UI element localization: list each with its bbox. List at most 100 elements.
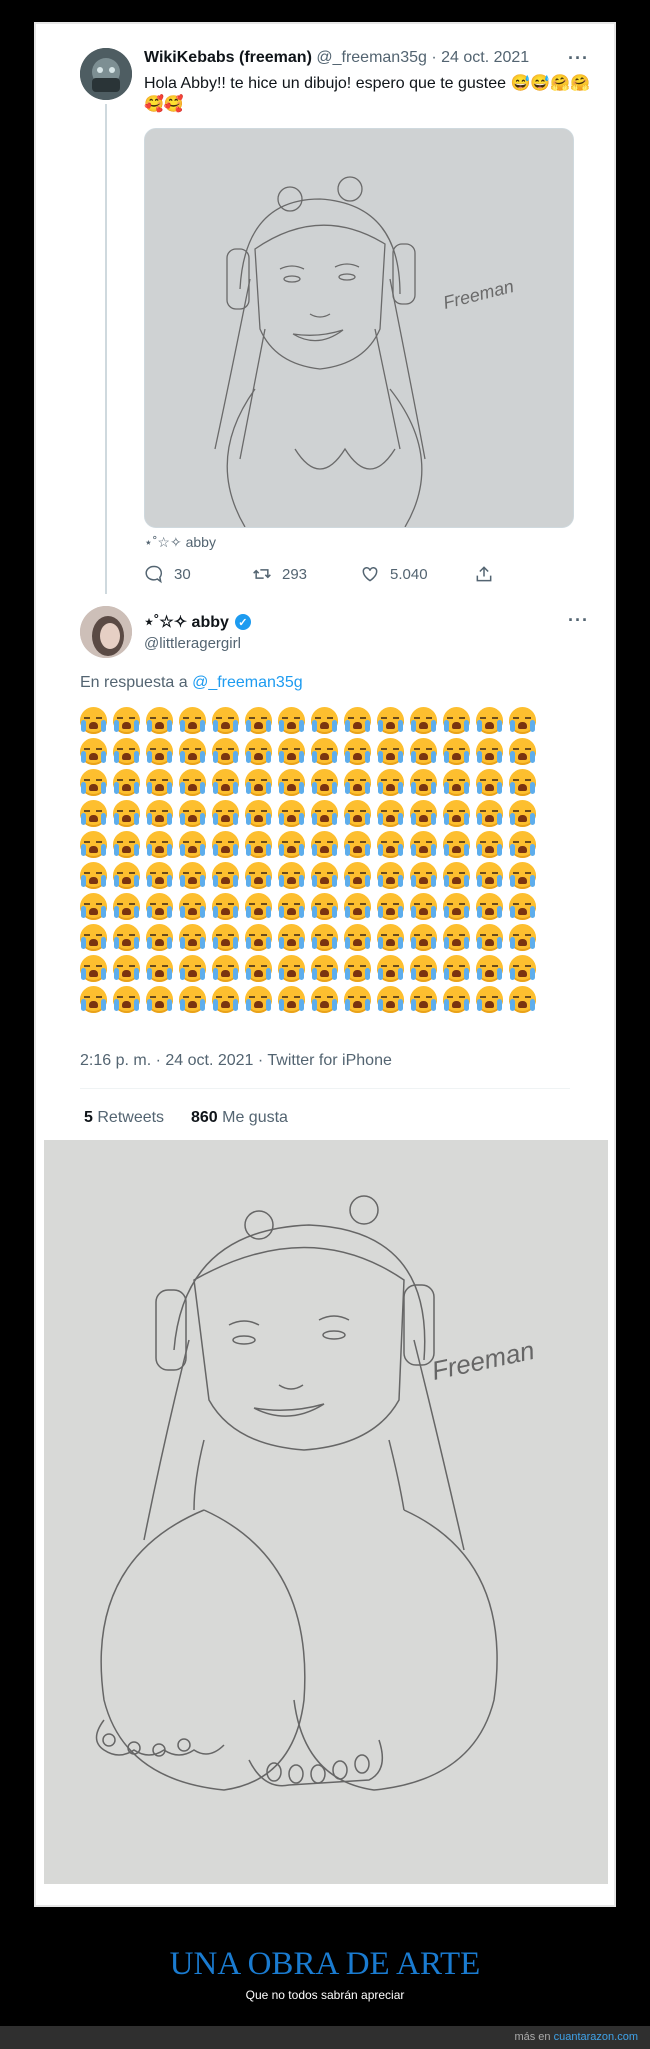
loudly-crying-face-icon	[212, 862, 239, 889]
loudly-crying-face-icon	[410, 986, 437, 1013]
loudly-crying-face-icon	[377, 738, 404, 765]
tweet1-drawing-image[interactable]: Freeman	[144, 128, 574, 528]
loudly-crying-face-icon	[509, 893, 536, 920]
loudly-crying-face-icon	[146, 738, 173, 765]
loudly-crying-face-icon	[113, 800, 140, 827]
loudly-crying-face-icon	[245, 893, 272, 920]
loudly-crying-face-icon	[377, 707, 404, 734]
loudly-crying-face-icon	[245, 862, 272, 889]
loudly-crying-face-icon	[344, 738, 371, 765]
loudly-crying-face-icon	[476, 955, 503, 982]
loudly-crying-face-icon	[179, 831, 206, 858]
more-icon[interactable]: ···	[568, 48, 589, 69]
loudly-crying-face-icon	[245, 924, 272, 951]
loudly-crying-face-icon	[179, 955, 206, 982]
loudly-crying-face-icon	[410, 738, 437, 765]
tweet1-date[interactable]: 24 oct. 2021	[441, 49, 529, 66]
tweet1-display-name[interactable]: WikiKebabs (freeman)	[144, 49, 312, 66]
loudly-crying-face-icon	[113, 986, 140, 1013]
loudly-crying-face-icon	[509, 769, 536, 796]
loudly-crying-face-icon	[278, 893, 305, 920]
loudly-crying-face-icon	[377, 862, 404, 889]
loudly-crying-face-icon	[245, 738, 272, 765]
loudly-crying-face-icon	[410, 955, 437, 982]
tweet1-actions: 30 293 5.040	[144, 564, 564, 594]
loudly-crying-face-icon	[509, 986, 536, 1013]
tweet2-display-name[interactable]: ⋆˚☆✧ abby	[144, 612, 229, 632]
loudly-crying-face-icon	[278, 955, 305, 982]
loudly-crying-face-icon	[443, 893, 470, 920]
tweet2-timestamp[interactable]: 2:16 p. m. · 24 oct. 2021 · Twitter for …	[80, 1052, 392, 1070]
like-button[interactable]: 5.040	[360, 564, 428, 584]
loudly-crying-face-icon	[278, 831, 305, 858]
loudly-crying-face-icon	[476, 924, 503, 951]
loudly-crying-face-icon	[377, 986, 404, 1013]
avatar-abby[interactable]	[80, 606, 132, 658]
loudly-crying-face-icon	[80, 769, 107, 796]
loudly-crying-face-icon	[146, 800, 173, 827]
reply-handle-link[interactable]: @_freeman35g	[192, 674, 303, 691]
loudly-crying-face-icon	[311, 769, 338, 796]
loudly-crying-face-icon	[245, 707, 272, 734]
loudly-crying-face-icon	[146, 831, 173, 858]
share-button[interactable]	[474, 564, 494, 584]
site-link[interactable]: cuantarazon.com	[554, 2031, 638, 2043]
loudly-crying-face-icon	[410, 769, 437, 796]
loudly-crying-face-icon	[80, 924, 107, 951]
loudly-crying-face-icon	[410, 831, 437, 858]
loudly-crying-face-icon	[80, 707, 107, 734]
loudly-crying-face-icon	[443, 738, 470, 765]
loudly-crying-face-icon	[509, 800, 536, 827]
loudly-crying-face-icon	[278, 769, 305, 796]
loudly-crying-face-icon	[311, 893, 338, 920]
loudly-crying-face-icon	[113, 924, 140, 951]
loudly-crying-face-icon	[410, 800, 437, 827]
loudly-crying-face-icon	[113, 738, 140, 765]
loudly-crying-face-icon	[80, 738, 107, 765]
loudly-crying-face-icon	[146, 893, 173, 920]
loudly-crying-face-icon	[146, 986, 173, 1013]
tweet2-handle[interactable]: @littleragergirl	[144, 635, 241, 652]
tweet2-header: ⋆˚☆✧ abby ✓	[144, 612, 251, 632]
loudly-crying-face-icon	[245, 986, 272, 1013]
loudly-crying-face-icon	[443, 707, 470, 734]
loudly-crying-face-icon	[179, 862, 206, 889]
loudly-crying-face-icon	[443, 800, 470, 827]
loudly-crying-face-icon	[443, 986, 470, 1013]
tweet1-handle[interactable]: @_freeman35g	[316, 49, 427, 66]
loudly-crying-face-icon	[179, 738, 206, 765]
loudly-crying-face-icon	[476, 986, 503, 1013]
more-icon-tweet2[interactable]: ···	[568, 610, 589, 631]
loudly-crying-face-icon	[344, 955, 371, 982]
likes-stat[interactable]: 860 Me gusta	[191, 1109, 288, 1126]
reply-button[interactable]: 30	[144, 564, 191, 584]
loudly-crying-face-icon	[80, 955, 107, 982]
reply-context: En respuesta a @_freeman35g	[80, 674, 303, 692]
like-count: 5.040	[390, 565, 428, 583]
loudly-crying-face-icon	[311, 800, 338, 827]
loudly-crying-face-icon	[179, 893, 206, 920]
loudly-crying-face-icon	[278, 986, 305, 1013]
tweet1-media-tag[interactable]: ⋆˚☆✧ abby	[144, 534, 216, 551]
loudly-crying-face-icon	[476, 738, 503, 765]
large-drawing-image: Freeman	[44, 1140, 608, 1884]
loudly-crying-face-icon	[212, 800, 239, 827]
tweet2-stats: 5 Retweets 860 Me gusta	[84, 1109, 288, 1127]
avatar-wikikebabs[interactable]	[80, 48, 132, 100]
loudly-crying-face-icon	[344, 893, 371, 920]
loudly-crying-face-icon	[80, 862, 107, 889]
loudly-crying-face-icon	[509, 831, 536, 858]
loudly-crying-face-icon	[344, 831, 371, 858]
retweet-button[interactable]: 293	[252, 564, 307, 584]
loudly-crying-face-icon	[212, 986, 239, 1013]
loudly-crying-face-icon	[146, 707, 173, 734]
loudly-crying-face-icon	[146, 862, 173, 889]
pencil-drawing-full: Freeman	[44, 1140, 608, 1884]
loudly-crying-face-icon	[179, 924, 206, 951]
loudly-crying-face-icon	[278, 707, 305, 734]
retweets-stat[interactable]: 5 Retweets	[84, 1109, 164, 1126]
loudly-crying-face-icon	[509, 707, 536, 734]
loudly-crying-face-icon	[278, 862, 305, 889]
loudly-crying-face-icon	[113, 707, 140, 734]
divider	[80, 1088, 570, 1089]
